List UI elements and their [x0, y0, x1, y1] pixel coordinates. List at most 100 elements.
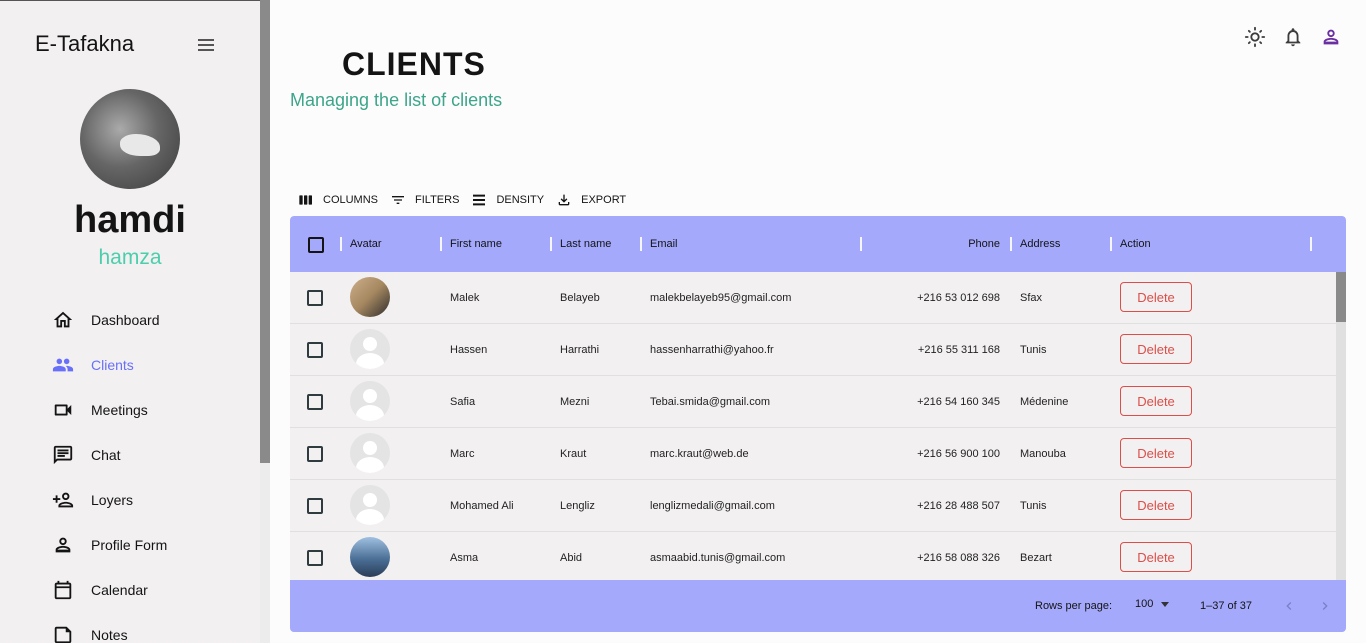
delete-button[interactable]: Delete [1120, 490, 1192, 520]
columns-icon [299, 195, 312, 205]
menu-icon[interactable] [198, 39, 214, 51]
client-avatar [350, 381, 390, 421]
sidebar-item-meetings[interactable]: Meetings [0, 387, 260, 432]
grid-rows: Malek Belayeb malekbelayeb95@gmail.com +… [290, 272, 1336, 580]
cell-first-name: Asma [450, 552, 479, 564]
cell-first-name: Mohamed Ali [450, 500, 514, 512]
notifications-icon[interactable] [1282, 26, 1304, 48]
client-avatar [350, 485, 390, 525]
column-separator[interactable] [340, 237, 342, 251]
sidebar-item-clients[interactable]: Clients [0, 342, 260, 387]
column-separator[interactable] [440, 237, 442, 251]
sidebar: E-Tafakna hamdi hamza Dashboard Clients … [0, 0, 270, 643]
column-separator[interactable] [1010, 237, 1012, 251]
page-subtitle: Managing the list of clients [290, 90, 503, 110]
grid-toolbar: COLUMNS FILTERS DENSITY EXPORT [298, 192, 628, 208]
light-mode-icon[interactable] [1244, 26, 1266, 48]
sidebar-scroll-thumb[interactable] [260, 0, 270, 463]
client-avatar [350, 329, 390, 369]
sidebar-item-label: Dashboard [91, 311, 160, 328]
row-checkbox[interactable] [307, 446, 323, 462]
people-icon [52, 358, 74, 371]
sidebar-item-label: Chat [91, 446, 121, 463]
delete-button[interactable]: Delete [1120, 386, 1192, 416]
row-checkbox[interactable] [307, 550, 323, 566]
delete-button[interactable]: Delete [1120, 438, 1192, 468]
column-header-first-name[interactable]: First name [450, 216, 502, 272]
row-checkbox[interactable] [307, 342, 323, 358]
row-checkbox[interactable] [307, 290, 323, 306]
column-header-action[interactable]: Action [1120, 216, 1151, 272]
column-separator[interactable] [1110, 237, 1112, 251]
delete-button[interactable]: Delete [1120, 334, 1192, 364]
column-separator[interactable] [550, 237, 552, 251]
client-avatar [350, 433, 390, 473]
pagination-range: 1–37 of 37 [1200, 600, 1252, 612]
cell-last-name: Lengliz [560, 500, 595, 512]
sidebar-item-loyers[interactable]: Loyers [0, 477, 260, 522]
density-icon [473, 194, 486, 206]
row-checkbox[interactable] [307, 498, 323, 514]
cell-phone: +216 58 088 326 [917, 552, 1000, 564]
cell-last-name: Mezni [560, 396, 590, 408]
sidebar-item-label: Loyers [91, 491, 134, 508]
video-icon [54, 404, 72, 415]
chevron-left-icon [1286, 602, 1292, 610]
table-row[interactable]: Asma Abid asmaabid.tunis@gmail.com +216 … [290, 532, 1336, 580]
chevron-down-icon [1161, 601, 1170, 607]
rows-per-page-select[interactable]: 100 [1135, 598, 1170, 610]
filters-button[interactable]: FILTERS [390, 192, 459, 208]
person-icon[interactable] [1320, 26, 1342, 48]
clients-grid: Avatar First name Last name Email Phone … [290, 216, 1346, 632]
sidebar-item-label: Notes [91, 626, 128, 643]
table-row[interactable]: Safia Mezni Tebai.smida@gmail.com +216 5… [290, 376, 1336, 428]
grid-scroll-thumb[interactable] [1336, 272, 1346, 322]
column-header-phone[interactable]: Phone [870, 216, 1000, 272]
sidebar-item-label: Calendar [91, 581, 148, 598]
delete-button[interactable]: Delete [1120, 542, 1192, 572]
person-add-icon [52, 492, 74, 507]
user-name: hamdi [74, 199, 186, 241]
filter-icon [392, 196, 405, 204]
table-row[interactable]: Marc Kraut marc.kraut@web.de +216 56 900… [290, 428, 1336, 480]
density-button[interactable]: DENSITY [471, 192, 544, 208]
page-title: CLIENTS [342, 46, 486, 82]
delete-button[interactable]: Delete [1120, 282, 1192, 312]
person-icon [55, 537, 71, 552]
column-header-address[interactable]: Address [1020, 216, 1060, 272]
column-header-last-name[interactable]: Last name [560, 216, 611, 272]
column-separator[interactable] [860, 237, 862, 251]
cell-first-name: Safia [450, 396, 476, 408]
previous-page-button[interactable] [1281, 598, 1297, 614]
select-all-checkbox[interactable] [308, 237, 324, 253]
columns-label: COLUMNS [323, 194, 379, 206]
column-separator[interactable] [640, 237, 642, 251]
client-avatar [350, 277, 390, 317]
cell-phone: +216 28 488 507 [917, 500, 1000, 512]
table-row[interactable]: Hassen Harrathi hassenharrathi@yahoo.fr … [290, 324, 1336, 376]
column-header-email[interactable]: Email [650, 216, 678, 272]
cell-address: Tunis [1020, 500, 1047, 512]
home-icon [53, 311, 73, 327]
sidebar-item-chat[interactable]: Chat [0, 432, 260, 477]
column-header-avatar[interactable]: Avatar [350, 216, 382, 272]
cell-phone: +216 54 160 345 [917, 396, 1000, 408]
sidebar-item-dashboard[interactable]: Dashboard [0, 297, 260, 342]
row-checkbox[interactable] [307, 394, 323, 410]
sidebar-item-profile-form[interactable]: Profile Form [0, 522, 260, 567]
export-button[interactable]: EXPORT [556, 192, 626, 208]
grid-header: Avatar First name Last name Email Phone … [290, 216, 1346, 272]
table-row[interactable]: Mohamed Ali Lengliz lenglizmedali@gmail.… [290, 480, 1336, 532]
columns-button[interactable]: COLUMNS [298, 192, 378, 208]
sidebar-item-notes[interactable]: Notes [0, 612, 260, 643]
column-separator[interactable] [1310, 237, 1312, 251]
sidebar-item-label: Meetings [91, 401, 148, 418]
download-icon [558, 194, 570, 206]
cell-email: lenglizmedali@gmail.com [650, 500, 775, 512]
sidebar-item-calendar[interactable]: Calendar [0, 567, 260, 612]
rows-per-page-label: Rows per page: [1035, 600, 1113, 612]
next-page-button[interactable] [1317, 598, 1333, 614]
density-label: DENSITY [496, 194, 545, 206]
table-row[interactable]: Malek Belayeb malekbelayeb95@gmail.com +… [290, 272, 1336, 324]
grid-footer: Rows per page: 100 1–37 of 37 [290, 580, 1346, 632]
